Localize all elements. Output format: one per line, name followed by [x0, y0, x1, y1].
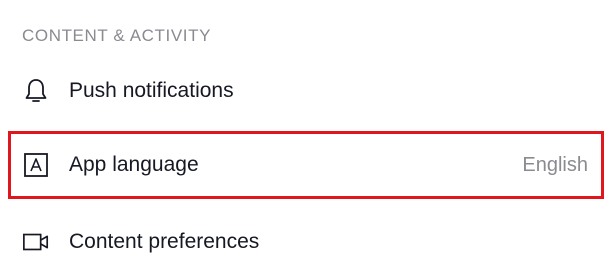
push-notifications-row[interactable]: Push notifications — [0, 61, 610, 121]
app-language-label: App language — [69, 153, 199, 176]
language-icon — [22, 151, 50, 179]
content-preferences-label: Content preferences — [69, 230, 260, 253]
section-title: CONTENT & ACTIVITY — [22, 26, 212, 45]
bell-icon — [22, 77, 50, 105]
content-preferences-row[interactable]: Content preferences — [0, 212, 610, 272]
app-language-value: English — [522, 154, 588, 176]
push-notifications-label: Push notifications — [69, 79, 234, 102]
app-language-row[interactable]: App language English — [0, 135, 610, 195]
video-camera-icon — [22, 228, 50, 256]
